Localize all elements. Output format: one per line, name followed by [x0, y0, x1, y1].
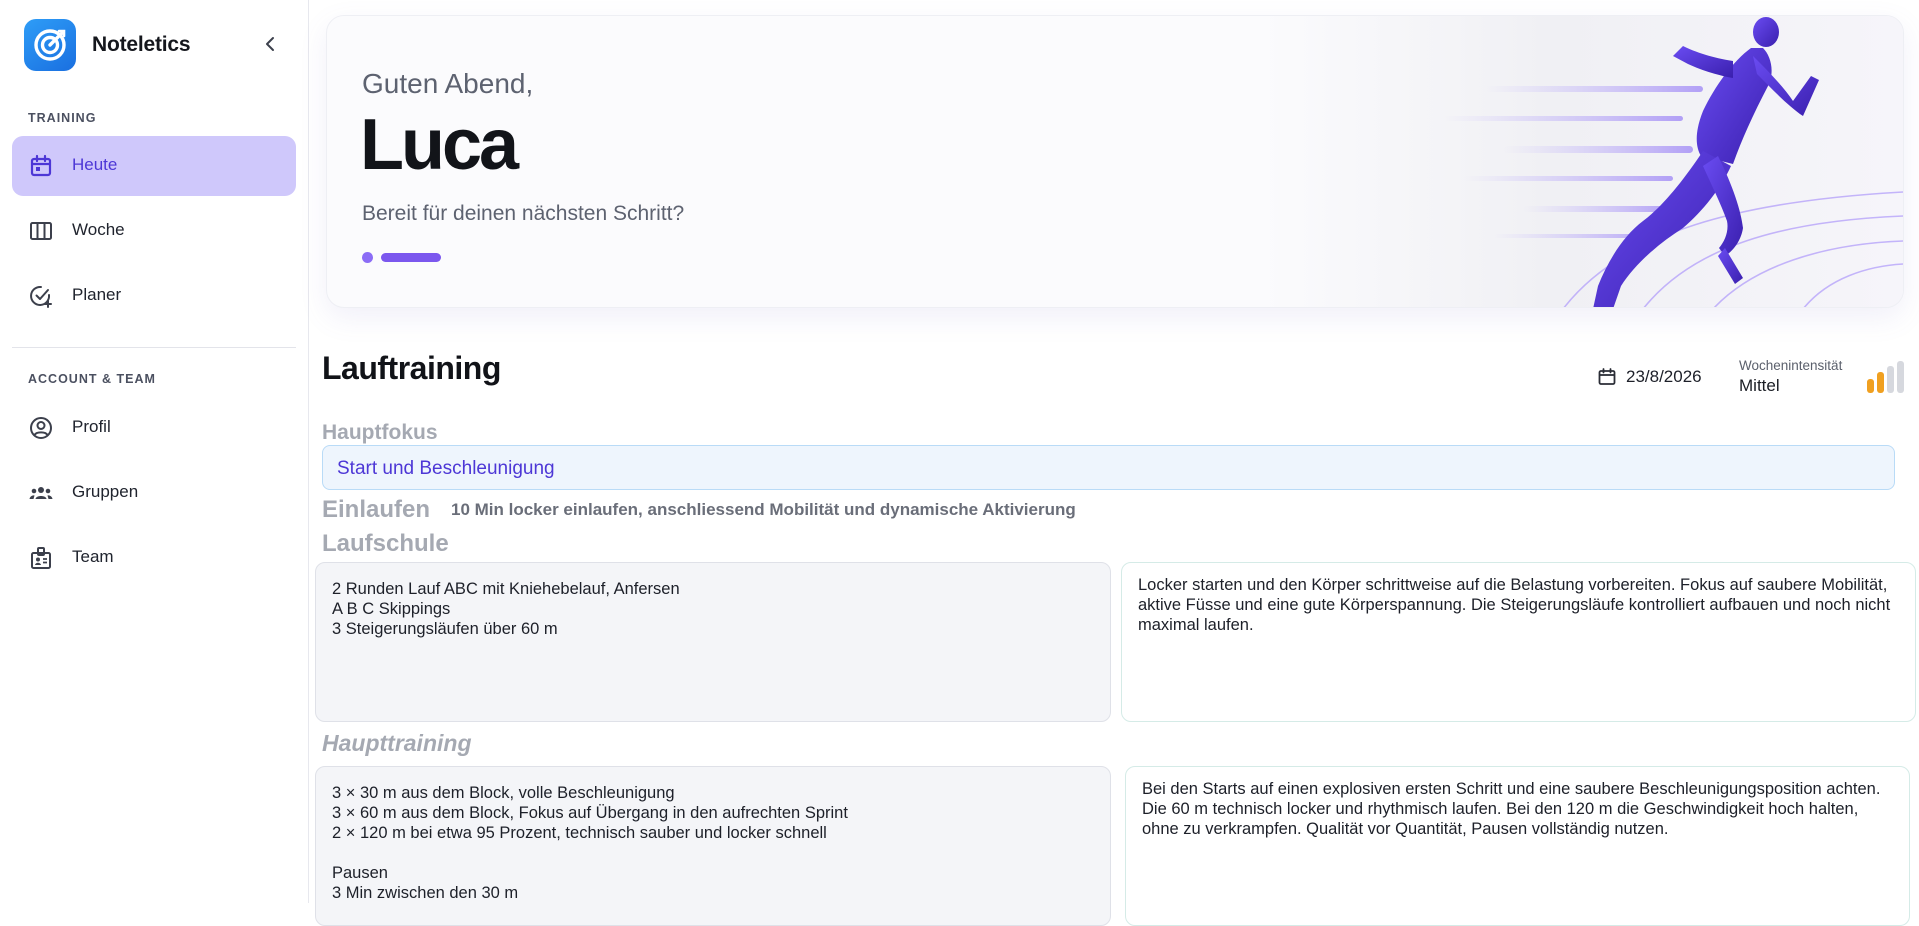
focus-label: Hauptfokus [322, 421, 438, 444]
main-training-exercises[interactable]: 3 × 30 m aus dem Block, volle Beschleuni… [315, 766, 1111, 926]
sidebar-item-label: Planer [72, 285, 122, 304]
intensity-bar [1887, 366, 1894, 393]
warmup-label: Einlaufen [322, 496, 431, 523]
hero-banner: Guten Abend, Luca Bereit für deinen näch… [326, 15, 1904, 308]
sidebar-item-label: Woche [72, 220, 125, 239]
running-school-exercises[interactable]: 2 Runden Lauf ABC mit Kniehebelauf, Anfe… [315, 562, 1111, 722]
sidebar-divider [12, 347, 296, 348]
chevron-left-icon [266, 37, 274, 51]
hero-subtitle: Bereit für deinen nächsten Schritt? [362, 202, 685, 225]
app-name: Noteletics [92, 33, 191, 56]
greeting-text: Guten Abend, [362, 68, 534, 99]
user-name: Luca [360, 105, 519, 185]
intensity-label: Wochenintensität [1739, 358, 1843, 373]
intensity-bar [1897, 361, 1904, 393]
carousel-dot-active[interactable] [381, 253, 441, 262]
main-training-label: Haupttraining [322, 730, 472, 756]
running-school-notes[interactable]: Locker starten und den Körper schrittwei… [1121, 562, 1916, 722]
sidebar-item-label: Gruppen [72, 482, 139, 501]
intensity-bar [1877, 372, 1884, 393]
week-columns-icon [30, 222, 52, 240]
sidebar-item-profil[interactable]: Profil [12, 398, 296, 458]
calendar-icon [30, 154, 52, 177]
intensity-bars-icon [1867, 361, 1907, 393]
sidebar: Noteletics TRAINING Heute Woche Planer A… [0, 0, 309, 903]
intensity-bar [1867, 379, 1874, 393]
sidebar-item-gruppen[interactable]: Gruppen [12, 463, 296, 523]
hero-illustration [1263, 16, 1903, 307]
user-circle-icon [30, 417, 52, 439]
calendar-check-icon [30, 285, 52, 308]
focus-field[interactable]: Start und Beschleunigung [322, 445, 1895, 490]
calendar-icon [1598, 368, 1616, 385]
sidebar-item-heute[interactable]: Heute [12, 136, 296, 196]
section-label-account-team: ACCOUNT & TEAM [28, 372, 156, 386]
app-logo [24, 19, 76, 71]
sidebar-item-planer[interactable]: Planer [12, 266, 296, 326]
warmup-text[interactable]: 10 Min locker einlaufen, anschliessend M… [451, 500, 1076, 520]
carousel-dot[interactable] [362, 252, 373, 263]
sidebar-item-woche[interactable]: Woche [12, 201, 296, 261]
brand[interactable]: Noteletics [24, 19, 294, 73]
sprinter-illustration [1443, 17, 1903, 307]
sidebar-item-label: Team [72, 547, 114, 566]
sidebar-item-team[interactable]: Team [12, 528, 296, 588]
group-icon [29, 487, 53, 499]
page-title: Lauftraining [322, 350, 501, 386]
main-training-notes[interactable]: Bei den Starts auf einen explosiven erst… [1125, 766, 1910, 926]
sidebar-item-label: Heute [72, 155, 118, 174]
section-label-training: TRAINING [28, 111, 97, 125]
collapse-sidebar-button[interactable] [256, 30, 284, 58]
intensity-value: Mittel [1739, 376, 1780, 395]
sidebar-item-label: Profil [72, 417, 111, 436]
date-text: 23/8/2026 [1626, 367, 1702, 386]
running-school-label: Laufschule [322, 530, 449, 557]
focus-value: Start und Beschleunigung [337, 458, 555, 479]
id-badge-icon [31, 547, 51, 569]
